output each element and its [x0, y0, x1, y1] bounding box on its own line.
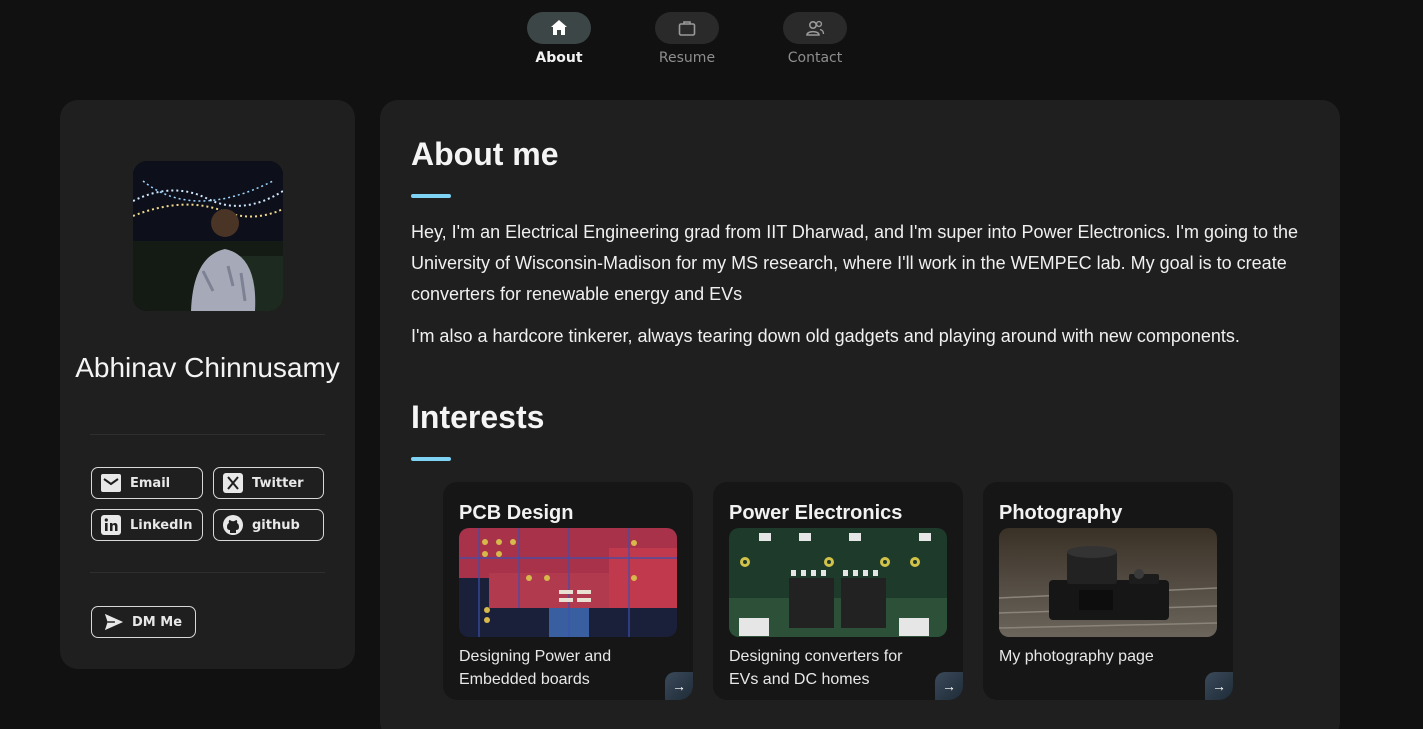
- email-button[interactable]: Email: [91, 467, 203, 499]
- twitter-x-icon: [223, 473, 243, 493]
- interest-card-power-electronics[interactable]: Power Electronics Designing converters f…: [713, 482, 963, 700]
- interest-card-pcb-design[interactable]: PCB Design Designing Power and Embedded …: [443, 482, 693, 700]
- title-accent-bar: [411, 457, 451, 461]
- avatar: [133, 161, 283, 311]
- twitter-button[interactable]: Twitter: [213, 467, 324, 499]
- interests-title: Interests: [411, 399, 545, 435]
- github-label: github: [252, 517, 300, 533]
- nav-about-label: About: [535, 50, 583, 66]
- linkedin-icon: [101, 515, 121, 535]
- about-paragraph-2: I'm also a hardcore tinkerer, always tea…: [411, 326, 1240, 346]
- card-description: Designing Power and Embedded boards: [459, 648, 612, 688]
- arrow-right-icon[interactable]: →: [665, 672, 693, 700]
- divider: [90, 434, 325, 435]
- nav-resume-label: Resume: [658, 50, 716, 66]
- briefcase-icon: [655, 12, 719, 44]
- photography-image: [999, 528, 1217, 637]
- nav-about[interactable]: About: [514, 12, 604, 66]
- nav-contact[interactable]: Contact: [770, 12, 860, 66]
- main-content: About me Hey, I'm an Electrical Engineer…: [380, 100, 1340, 729]
- github-icon: [223, 515, 243, 535]
- people-icon: [783, 12, 847, 44]
- title-accent-bar: [411, 194, 451, 198]
- mail-icon: [101, 474, 121, 492]
- card-description: My photography page: [999, 648, 1154, 665]
- arrow-right-icon[interactable]: →: [935, 672, 963, 700]
- arrow-right-icon[interactable]: →: [1205, 672, 1233, 700]
- card-title: Power Electronics: [729, 502, 903, 524]
- card-description: Designing converters for EVs and DC home…: [729, 648, 903, 688]
- about-title: About me: [411, 136, 559, 172]
- linkedin-label: LinkedIn: [130, 517, 193, 533]
- send-icon: [104, 613, 124, 631]
- power-electronics-image: [729, 528, 947, 637]
- dm-me-label: DM Me: [132, 614, 183, 630]
- github-button[interactable]: github: [213, 509, 324, 541]
- email-label: Email: [130, 475, 171, 491]
- top-navigation: About Resume Contact: [0, 0, 1423, 80]
- card-title: PCB Design: [459, 502, 574, 524]
- twitter-label: Twitter: [252, 475, 304, 491]
- profile-sidebar: Abhinav Chinnusamy Email Twitter LinkedI…: [60, 100, 355, 669]
- about-paragraph-1: Hey, I'm an Electrical Engineering grad …: [411, 222, 1299, 304]
- nav-contact-label: Contact: [787, 50, 843, 66]
- home-icon: [527, 12, 591, 44]
- dm-me-button[interactable]: DM Me: [91, 606, 196, 638]
- linkedin-button[interactable]: LinkedIn: [91, 509, 203, 541]
- card-title: Photography: [999, 502, 1123, 524]
- pcb-design-image: [459, 528, 677, 637]
- nav-resume[interactable]: Resume: [642, 12, 732, 66]
- interest-card-photography[interactable]: Photography My photography page →: [983, 482, 1233, 700]
- divider: [90, 572, 325, 573]
- profile-name: Abhinav Chinnusamy: [75, 352, 340, 383]
